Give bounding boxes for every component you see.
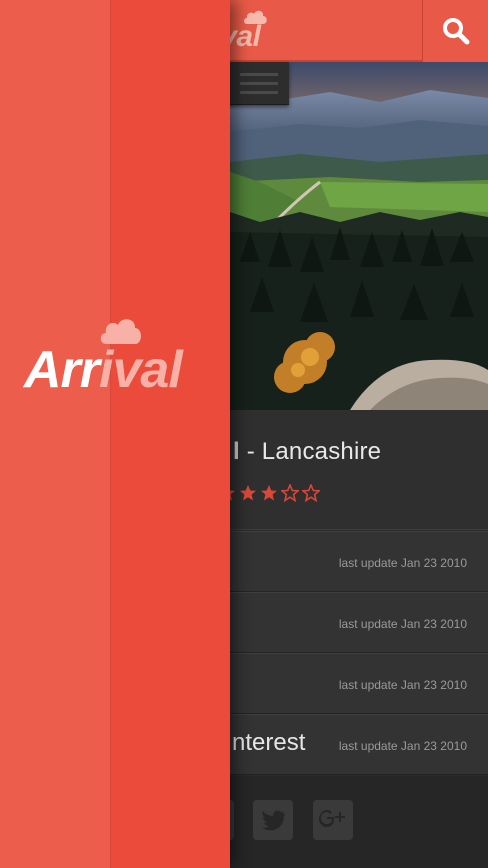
star-empty-icon bbox=[281, 484, 299, 502]
drawer-logo-text: Arrival bbox=[24, 341, 183, 399]
drawer-logo: Arrival bbox=[24, 312, 194, 402]
star-filled-icon bbox=[261, 485, 277, 501]
hamburger-line bbox=[239, 81, 278, 85]
list-item-update: last update Jan 23 2010 bbox=[338, 617, 467, 631]
list-item-update: last update Jan 23 2010 bbox=[338, 678, 467, 692]
drawer-stripe-right bbox=[111, 0, 230, 868]
side-drawer: Arrival bbox=[0, 0, 230, 868]
list-item-update: last update Jan 23 2010 bbox=[338, 556, 467, 570]
hamburger-line bbox=[239, 72, 278, 76]
rating-stars bbox=[218, 484, 320, 502]
list-item-label: nterest bbox=[232, 729, 306, 756]
drawer-stripe-left bbox=[0, 0, 110, 868]
list-item-update: last update Jan 23 2010 bbox=[338, 739, 467, 753]
place-title: l - Lancashire bbox=[233, 438, 382, 465]
search-button[interactable] bbox=[422, 0, 488, 62]
star-filled-icon bbox=[240, 485, 256, 501]
star-empty-icon bbox=[302, 484, 320, 502]
twitter-icon[interactable] bbox=[253, 800, 293, 840]
hamburger-line bbox=[239, 90, 278, 94]
google-plus-icon[interactable] bbox=[313, 800, 353, 840]
drawer-divider bbox=[110, 0, 111, 868]
search-icon bbox=[442, 18, 469, 45]
menu-button[interactable] bbox=[228, 62, 289, 105]
